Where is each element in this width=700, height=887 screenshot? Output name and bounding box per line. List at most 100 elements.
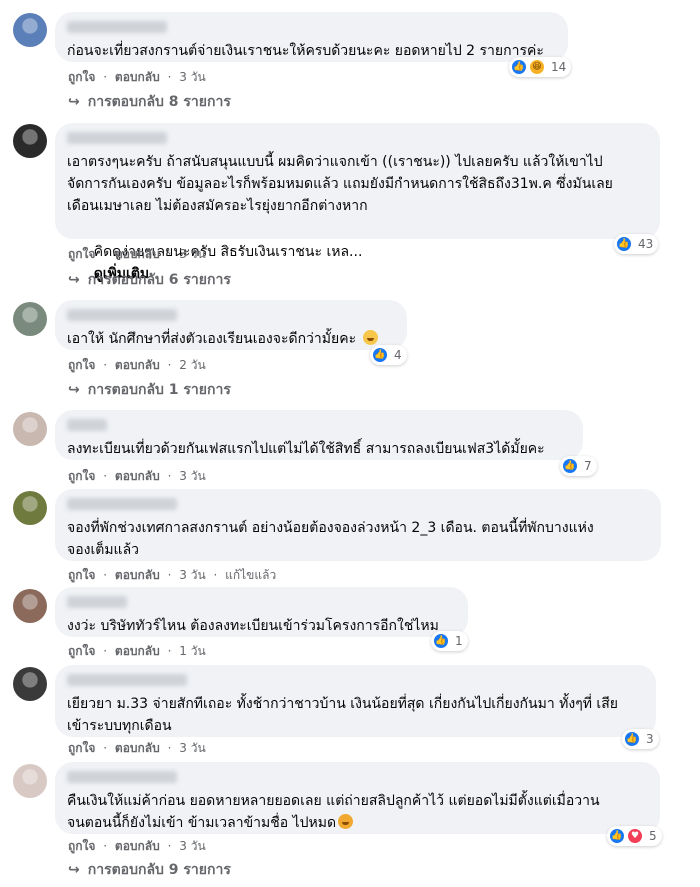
comment-bubble: ก่อนจะเที่ยวสงกรานต์จ่ายเงินเราชนะให้ครบ…: [55, 12, 568, 62]
view-replies-link[interactable]: ↪ การตอบกลับ 1 รายการ: [68, 380, 231, 400]
reaction-summary[interactable]: 👍 😆 14: [509, 57, 572, 77]
comment-bubble: เอาตรงๆนะครับ ถ้าสนับสนุนแบบนี้ ผมคิดว่า…: [55, 123, 660, 282]
timestamp[interactable]: 3 วัน: [179, 839, 205, 853]
comment-text: ลงทะเบียนเที่ยวด้วยกันเฟสแรกไปแต่ไม่ได้ใ…: [67, 441, 545, 457]
like-icon: 👍: [616, 236, 632, 252]
reply-button[interactable]: ตอบกลับ: [115, 568, 160, 582]
reply-button[interactable]: ตอบกลับ: [115, 70, 160, 84]
comment-bubble: งงว่ะ บริษัททัวร์ไหน ต้องลงทะเบียนเข้าร่…: [55, 587, 468, 637]
replies-label: การตอบกลับ 8 รายการ: [87, 94, 231, 110]
avatar[interactable]: [13, 667, 47, 701]
like-button[interactable]: ถูกใจ: [68, 358, 95, 372]
replies-label: การตอบกลับ 6 รายการ: [87, 272, 231, 288]
comment-text: คืนเงินให้แม่ค้าก่อน ยอดหายหลายยอดเลย แต…: [67, 790, 648, 834]
avatar[interactable]: [13, 124, 47, 158]
reply-button[interactable]: ตอบกลับ: [115, 644, 160, 658]
reaction-summary[interactable]: 👍 7: [560, 456, 597, 476]
like-icon: 👍: [624, 731, 640, 747]
comment-meta: ถูกใจ · ตอบกลับ · 3 วัน: [68, 246, 206, 262]
like-button[interactable]: ถูกใจ: [68, 839, 95, 853]
separator: ·: [103, 741, 108, 755]
avatar[interactable]: [13, 491, 47, 525]
view-replies-link[interactable]: ↪ การตอบกลับ 9 รายการ: [68, 860, 231, 880]
comment-text-body: คืนเงินให้แม่ค้าก่อน ยอดหายหลายยอดเลย แต…: [67, 793, 600, 831]
comment-bubble: จองที่พักช่วงเทศกาลสงกรานต์ อย่างน้อยต้อ…: [55, 489, 661, 561]
like-button[interactable]: ถูกใจ: [68, 469, 95, 483]
sad-emoji-icon: [338, 814, 354, 829]
separator: ·: [213, 568, 218, 582]
like-button[interactable]: ถูกใจ: [68, 741, 95, 755]
timestamp[interactable]: 3 วัน: [179, 741, 205, 755]
reaction-summary[interactable]: 👍 43: [614, 234, 659, 254]
view-replies-link[interactable]: ↪ การตอบกลับ 6 รายการ: [68, 270, 231, 290]
reaction-summary[interactable]: 👍 1: [431, 631, 468, 651]
author-name-blurred[interactable]: [67, 21, 167, 33]
reaction-count: 5: [649, 829, 657, 843]
reaction-count: 7: [584, 459, 592, 473]
author-name-blurred[interactable]: [67, 309, 177, 321]
timestamp[interactable]: 3 วัน: [179, 70, 205, 84]
comment-meta: ถูกใจ · ตอบกลับ · 1 วัน: [68, 643, 206, 659]
reply-button[interactable]: ตอบกลับ: [115, 839, 160, 853]
author-name-blurred[interactable]: [67, 674, 187, 686]
author-name-blurred[interactable]: [67, 596, 127, 608]
avatar[interactable]: [13, 764, 47, 798]
author-name-blurred[interactable]: [67, 498, 177, 510]
separator: ·: [103, 568, 108, 582]
separator: ·: [167, 70, 172, 84]
like-button[interactable]: ถูกใจ: [68, 644, 95, 658]
haha-icon: 😆: [529, 59, 545, 75]
separator: ·: [103, 469, 108, 483]
reply-button[interactable]: ตอบกลับ: [115, 358, 160, 372]
like-button[interactable]: ถูกใจ: [68, 247, 95, 261]
timestamp[interactable]: 2 วัน: [179, 358, 205, 372]
separator: ·: [167, 741, 172, 755]
like-button[interactable]: ถูกใจ: [68, 70, 95, 84]
separator: ·: [103, 247, 108, 261]
avatar[interactable]: [13, 412, 47, 446]
comment-bubble: คืนเงินให้แม่ค้าก่อน ยอดหายหลายยอดเลย แต…: [55, 762, 660, 834]
comment-bubble: ลงทะเบียนเที่ยวด้วยกันเฟสแรกไปแต่ไม่ได้ใ…: [55, 410, 583, 460]
timestamp[interactable]: 1 วัน: [179, 644, 205, 658]
like-button[interactable]: ถูกใจ: [68, 568, 95, 582]
timestamp[interactable]: 3 วัน: [179, 469, 205, 483]
comment-text: ก่อนจะเที่ยวสงกรานต์จ่ายเงินเราชนะให้ครบ…: [67, 43, 544, 59]
separator: ·: [167, 839, 172, 853]
author-name-blurred[interactable]: [67, 419, 107, 431]
timestamp[interactable]: 3 วัน: [179, 247, 205, 261]
separator: ·: [103, 358, 108, 372]
separator: ·: [103, 839, 108, 853]
comment-meta: ถูกใจ · ตอบกลับ · 3 วัน: [68, 740, 206, 756]
separator: ·: [167, 247, 172, 261]
comment-text-continued: คิดดูง่ายๆเลยนะครับ สิธรับเงินเราชนะ เหล…: [67, 219, 648, 307]
reply-button[interactable]: ตอบกลับ: [115, 741, 160, 755]
author-name-blurred[interactable]: [67, 771, 177, 783]
separator: ·: [103, 70, 108, 84]
reaction-summary[interactable]: 👍 3: [622, 729, 659, 749]
avatar[interactable]: [13, 13, 47, 47]
separator: ·: [167, 358, 172, 372]
avatar[interactable]: [13, 589, 47, 623]
separator: ·: [103, 644, 108, 658]
view-replies-link[interactable]: ↪ การตอบกลับ 8 รายการ: [68, 92, 231, 112]
reaction-summary[interactable]: 👍 ♥ 5: [607, 826, 662, 846]
edited-label[interactable]: แก้ไขแล้ว: [225, 568, 276, 582]
timestamp[interactable]: 3 วัน: [179, 568, 205, 582]
reaction-count: 1: [455, 634, 463, 648]
reply-button[interactable]: ตอบกลับ: [115, 247, 160, 261]
reaction-summary[interactable]: 👍 4: [370, 345, 407, 365]
reply-button[interactable]: ตอบกลับ: [115, 469, 160, 483]
separator: ·: [167, 568, 172, 582]
comment-meta: ถูกใจ · ตอบกลับ · 3 วัน: [68, 838, 206, 854]
replies-label: การตอบกลับ 1 รายการ: [87, 382, 231, 398]
love-icon: ♥: [627, 828, 643, 844]
comment-meta: ถูกใจ · ตอบกลับ · 3 วัน: [68, 69, 206, 85]
comment-text: เยียวยา ม.33 จ่ายสักทีเถอะ ทั้งช้ากว่าชา…: [67, 696, 618, 734]
replies-label: การตอบกลับ 9 รายการ: [87, 862, 231, 878]
avatar[interactable]: [13, 302, 47, 336]
comment-bubble: เอาให้ นักศึกษาที่ส่งตัวเองเรียนเองจะดีก…: [55, 300, 407, 350]
reaction-count: 43: [638, 237, 654, 251]
author-name-blurred[interactable]: [67, 132, 167, 144]
separator: ·: [167, 644, 172, 658]
like-icon: 👍: [511, 59, 527, 75]
